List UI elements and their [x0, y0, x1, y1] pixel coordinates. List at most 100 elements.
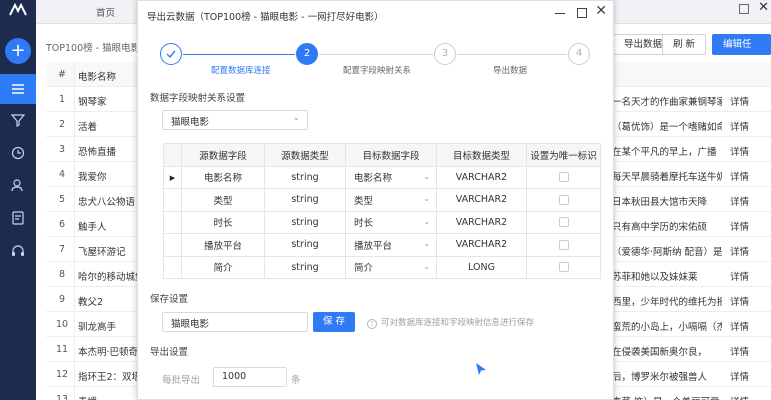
window-maximize-button[interactable]: [739, 4, 749, 14]
logo-icon: [9, 3, 27, 16]
save-button[interactable]: 保 存: [313, 312, 355, 332]
column-divider: [74, 137, 75, 162]
mapping-row: 时长 string 时长 ⌄ VARCHAR2: [163, 210, 601, 234]
row-number: 8: [58, 269, 66, 280]
column-divider: [74, 362, 75, 387]
dialog-maximize-button[interactable]: [577, 8, 587, 18]
target-field-select[interactable]: 电影名称 ⌄: [345, 165, 437, 189]
details-link[interactable]: 详情: [730, 319, 749, 333]
breadcrumb: TOP100榜 - 猫眼电影: [46, 43, 141, 54]
save-name-input[interactable]: 猫眼电影: [162, 312, 308, 332]
sidebar-item-users[interactable]: [0, 170, 36, 200]
details-link[interactable]: 详情: [730, 144, 749, 158]
movie-description: （葛优饰）是一个嗜赌如命: [612, 122, 722, 133]
column-divider: [74, 387, 75, 400]
mapping-row: 播放平台 string 播放平台 ⌄ VARCHAR2: [163, 233, 601, 257]
step-3[interactable]: 3: [434, 43, 456, 65]
details-link[interactable]: 详情: [730, 194, 749, 208]
window-close-button[interactable]: ✕: [758, 0, 769, 15]
source-select[interactable]: 猫眼电影 ⌄: [162, 110, 308, 130]
column-divider: [74, 162, 75, 187]
details-link[interactable]: 详情: [730, 244, 749, 258]
row-number: 3: [58, 144, 66, 155]
source-field: 时长: [181, 210, 265, 234]
details-link[interactable]: 详情: [730, 294, 749, 308]
add-task-button[interactable]: +: [5, 38, 31, 64]
source-field: 简介: [181, 255, 265, 279]
details-link[interactable]: 详情: [730, 394, 749, 400]
target-field-value: 播放平台: [354, 240, 393, 252]
sidebar-item-docs[interactable]: [0, 203, 36, 233]
movie-name: 触手人: [78, 222, 107, 233]
unique-key-checkbox[interactable]: [558, 239, 569, 250]
row-number: 6: [58, 219, 66, 230]
tab-home[interactable]: 首页: [96, 5, 115, 19]
batch-size-input[interactable]: 1000: [213, 367, 287, 387]
edit-task-button[interactable]: 编辑任务: [712, 34, 771, 69]
save-name-value: 猫眼电影: [171, 319, 210, 330]
row-number: 5: [58, 194, 66, 205]
headset-icon: [12, 245, 24, 256]
details-link[interactable]: 详情: [730, 219, 749, 233]
unique-key-checkbox[interactable]: [558, 172, 569, 183]
cursor-icon: [476, 363, 486, 375]
sidebar-item-support[interactable]: [0, 236, 36, 266]
unique-key-cell: [526, 188, 601, 212]
row-number: 7: [58, 244, 66, 255]
mapping-row: ▶ 电影名称 string 电影名称 ⌄ VARCHAR2: [163, 165, 601, 189]
details-link[interactable]: 详情: [730, 344, 749, 358]
sidebar-item-schedule[interactable]: [0, 138, 36, 168]
mapping-row: 类型 string 类型 ⌄ VARCHAR2: [163, 188, 601, 212]
row-number: 9: [58, 294, 66, 305]
movie-description: 后，博罗米尔被强兽人: [612, 372, 708, 383]
source-field: 播放平台: [181, 233, 265, 257]
step-1-check[interactable]: [160, 43, 182, 65]
row-marker: [163, 255, 182, 279]
details-link[interactable]: 详情: [730, 94, 749, 108]
target-field-select[interactable]: 时长 ⌄: [345, 210, 437, 234]
step-2[interactable]: 2: [296, 43, 318, 65]
movie-name: 活着: [78, 122, 98, 133]
source-field: 电影名称: [181, 165, 265, 189]
unique-key-checkbox[interactable]: [558, 217, 569, 228]
row-marker: [163, 210, 182, 234]
movie-name: 钢琴家: [78, 97, 107, 108]
unique-key-cell: [526, 233, 601, 257]
column-divider: [74, 337, 75, 362]
target-field-select[interactable]: 类型 ⌄: [345, 188, 437, 212]
unique-key-cell: [526, 255, 601, 279]
filter-icon: [11, 114, 25, 127]
refresh-button[interactable]: 刷 新: [662, 34, 707, 55]
target-type: VARCHAR2: [436, 188, 527, 212]
movie-description: 西里，少年时代的维托为报: [612, 297, 722, 308]
sidebar-item-filter[interactable]: [0, 105, 36, 135]
dialog-minimize-button[interactable]: [555, 13, 565, 14]
movie-name: 教父2: [78, 297, 104, 308]
target-field-select[interactable]: 简介 ⌄: [345, 255, 437, 279]
header-target-field: 目标数据字段: [345, 143, 437, 167]
source-type: string: [264, 188, 346, 212]
source-type: string: [264, 165, 346, 189]
step-line-1: [183, 54, 295, 55]
column-divider: [74, 112, 75, 137]
unique-key-cell: [526, 210, 601, 234]
header-name: 电影名称: [78, 72, 117, 83]
movie-description: 每天早晨骑着摩托车送牛奶的金: [612, 172, 722, 183]
unique-key-checkbox[interactable]: [558, 262, 569, 273]
unique-key-checkbox[interactable]: [558, 194, 569, 205]
sidebar-item-tasks[interactable]: [0, 74, 36, 104]
save-section-title: 保存设置: [150, 294, 189, 305]
step-4[interactable]: 4: [568, 43, 590, 65]
movie-name: 忠犬八公物语: [78, 197, 136, 208]
chevron-down-icon: ⌄: [423, 239, 430, 248]
details-link[interactable]: 详情: [730, 119, 749, 133]
target-field-select[interactable]: 播放平台 ⌄: [345, 233, 437, 257]
dialog-close-button[interactable]: ✕: [595, 3, 607, 19]
details-link[interactable]: 详情: [730, 269, 749, 283]
batch-size-value: 1000: [222, 371, 247, 382]
details-link[interactable]: 详情: [730, 169, 749, 183]
target-type: VARCHAR2: [436, 210, 527, 234]
unique-key-cell: [526, 165, 601, 189]
movie-description: 在侵袭美国新奥尔良，: [612, 347, 708, 358]
details-link[interactable]: 详情: [730, 369, 749, 383]
